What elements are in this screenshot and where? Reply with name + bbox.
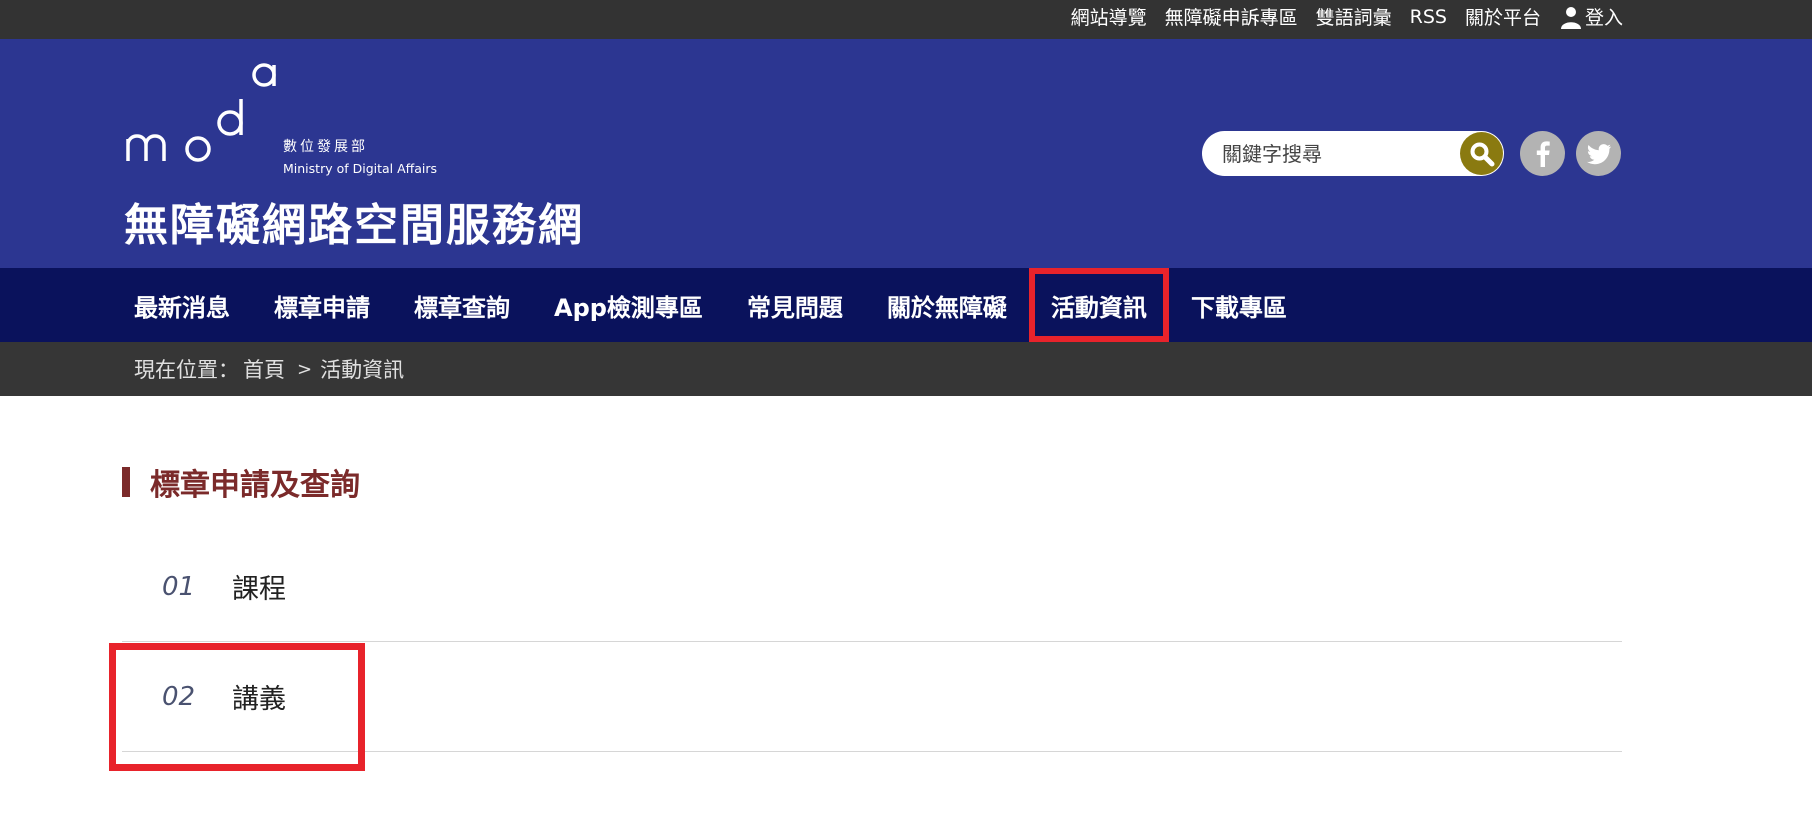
site-title: 無障礙網路空間服務網 [124,200,584,251]
nav-item-events[interactable]: 活動資訊 [1028,268,1169,342]
nav-item-news[interactable]: 最新消息 [112,268,252,342]
logo-en-text: Ministry of Digital Affairs [283,161,438,176]
search-box [1202,131,1504,176]
nav-item-badge-apply[interactable]: 標章申請 [252,268,392,342]
moda-logo-mark [126,63,276,162]
search-button[interactable] [1460,132,1503,175]
login-link[interactable]: 登入 [1559,3,1623,30]
breadcrumb-home[interactable]: 首頁 [243,354,285,384]
twitter-button[interactable] [1576,131,1621,176]
nav-item-app-test[interactable]: App檢測專區 [532,268,725,342]
facebook-button[interactable] [1520,131,1565,176]
search-input[interactable] [1222,137,1452,170]
twitter-icon [1586,143,1611,164]
top-link-sitemap[interactable]: 網站導覽 [1071,3,1147,30]
main-nav: 最新消息 標章申請 標章查詢 App檢測專區 常見問題 關於無障礙 活動資訊 下… [0,268,1812,342]
breadcrumb-current: 活動資訊 [320,358,405,382]
list-item-label[interactable]: 課程 [232,567,286,606]
logo-cn-text: 數位發展部 [283,139,368,155]
section-title: 標章申請及查詢 [122,466,360,503]
nav-item-faq[interactable]: 常見問題 [725,268,865,342]
site-header: 數位發展部 Ministry of Digital Affairs 無障礙網路空… [0,39,1812,268]
list-item-number: 02 [162,681,196,712]
breadcrumb-prefix: 現在位置： [134,358,239,382]
top-link-rss[interactable]: RSS [1410,6,1447,28]
login-label: 登入 [1584,7,1623,29]
breadcrumb-separator: > [297,358,313,380]
top-link-complaint[interactable]: 無障礙申訴專區 [1165,3,1298,30]
search-icon [1470,142,1494,166]
nav-item-downloads[interactable]: 下載專區 [1169,268,1309,342]
item-list: 01 課程 02 講義 [109,532,1622,771]
nav-item-about-accessibility[interactable]: 關於無障礙 [865,268,1029,342]
section-title-text: 標章申請及查詢 [150,468,360,503]
top-link-glossary[interactable]: 雙語詞彙 [1316,3,1392,30]
moda-logo[interactable]: 數位發展部 Ministry of Digital Affairs [126,61,446,176]
top-utility-bar: 網站導覽 無障礙申訴專區 雙語詞彙 RSS 關於平台 登入 [0,0,1812,39]
top-link-about[interactable]: 關於平台 [1465,3,1541,30]
user-icon [1560,6,1581,29]
top-links: 網站導覽 無障礙申訴專區 雙語詞彙 RSS 關於平台 登入 [1071,0,1623,33]
facebook-icon [1536,140,1550,167]
list-item-label[interactable]: 講義 [232,677,286,716]
list-item-number: 01 [162,571,196,602]
list-item[interactable]: 01 課程 [122,532,1622,642]
section-title-bar [122,467,130,497]
nav-item-badge-search[interactable]: 標章查詢 [392,268,532,342]
list-item[interactable]: 02 講義 [109,642,1622,771]
breadcrumb: 現在位置： 首頁 > 活動資訊 [0,342,1812,396]
